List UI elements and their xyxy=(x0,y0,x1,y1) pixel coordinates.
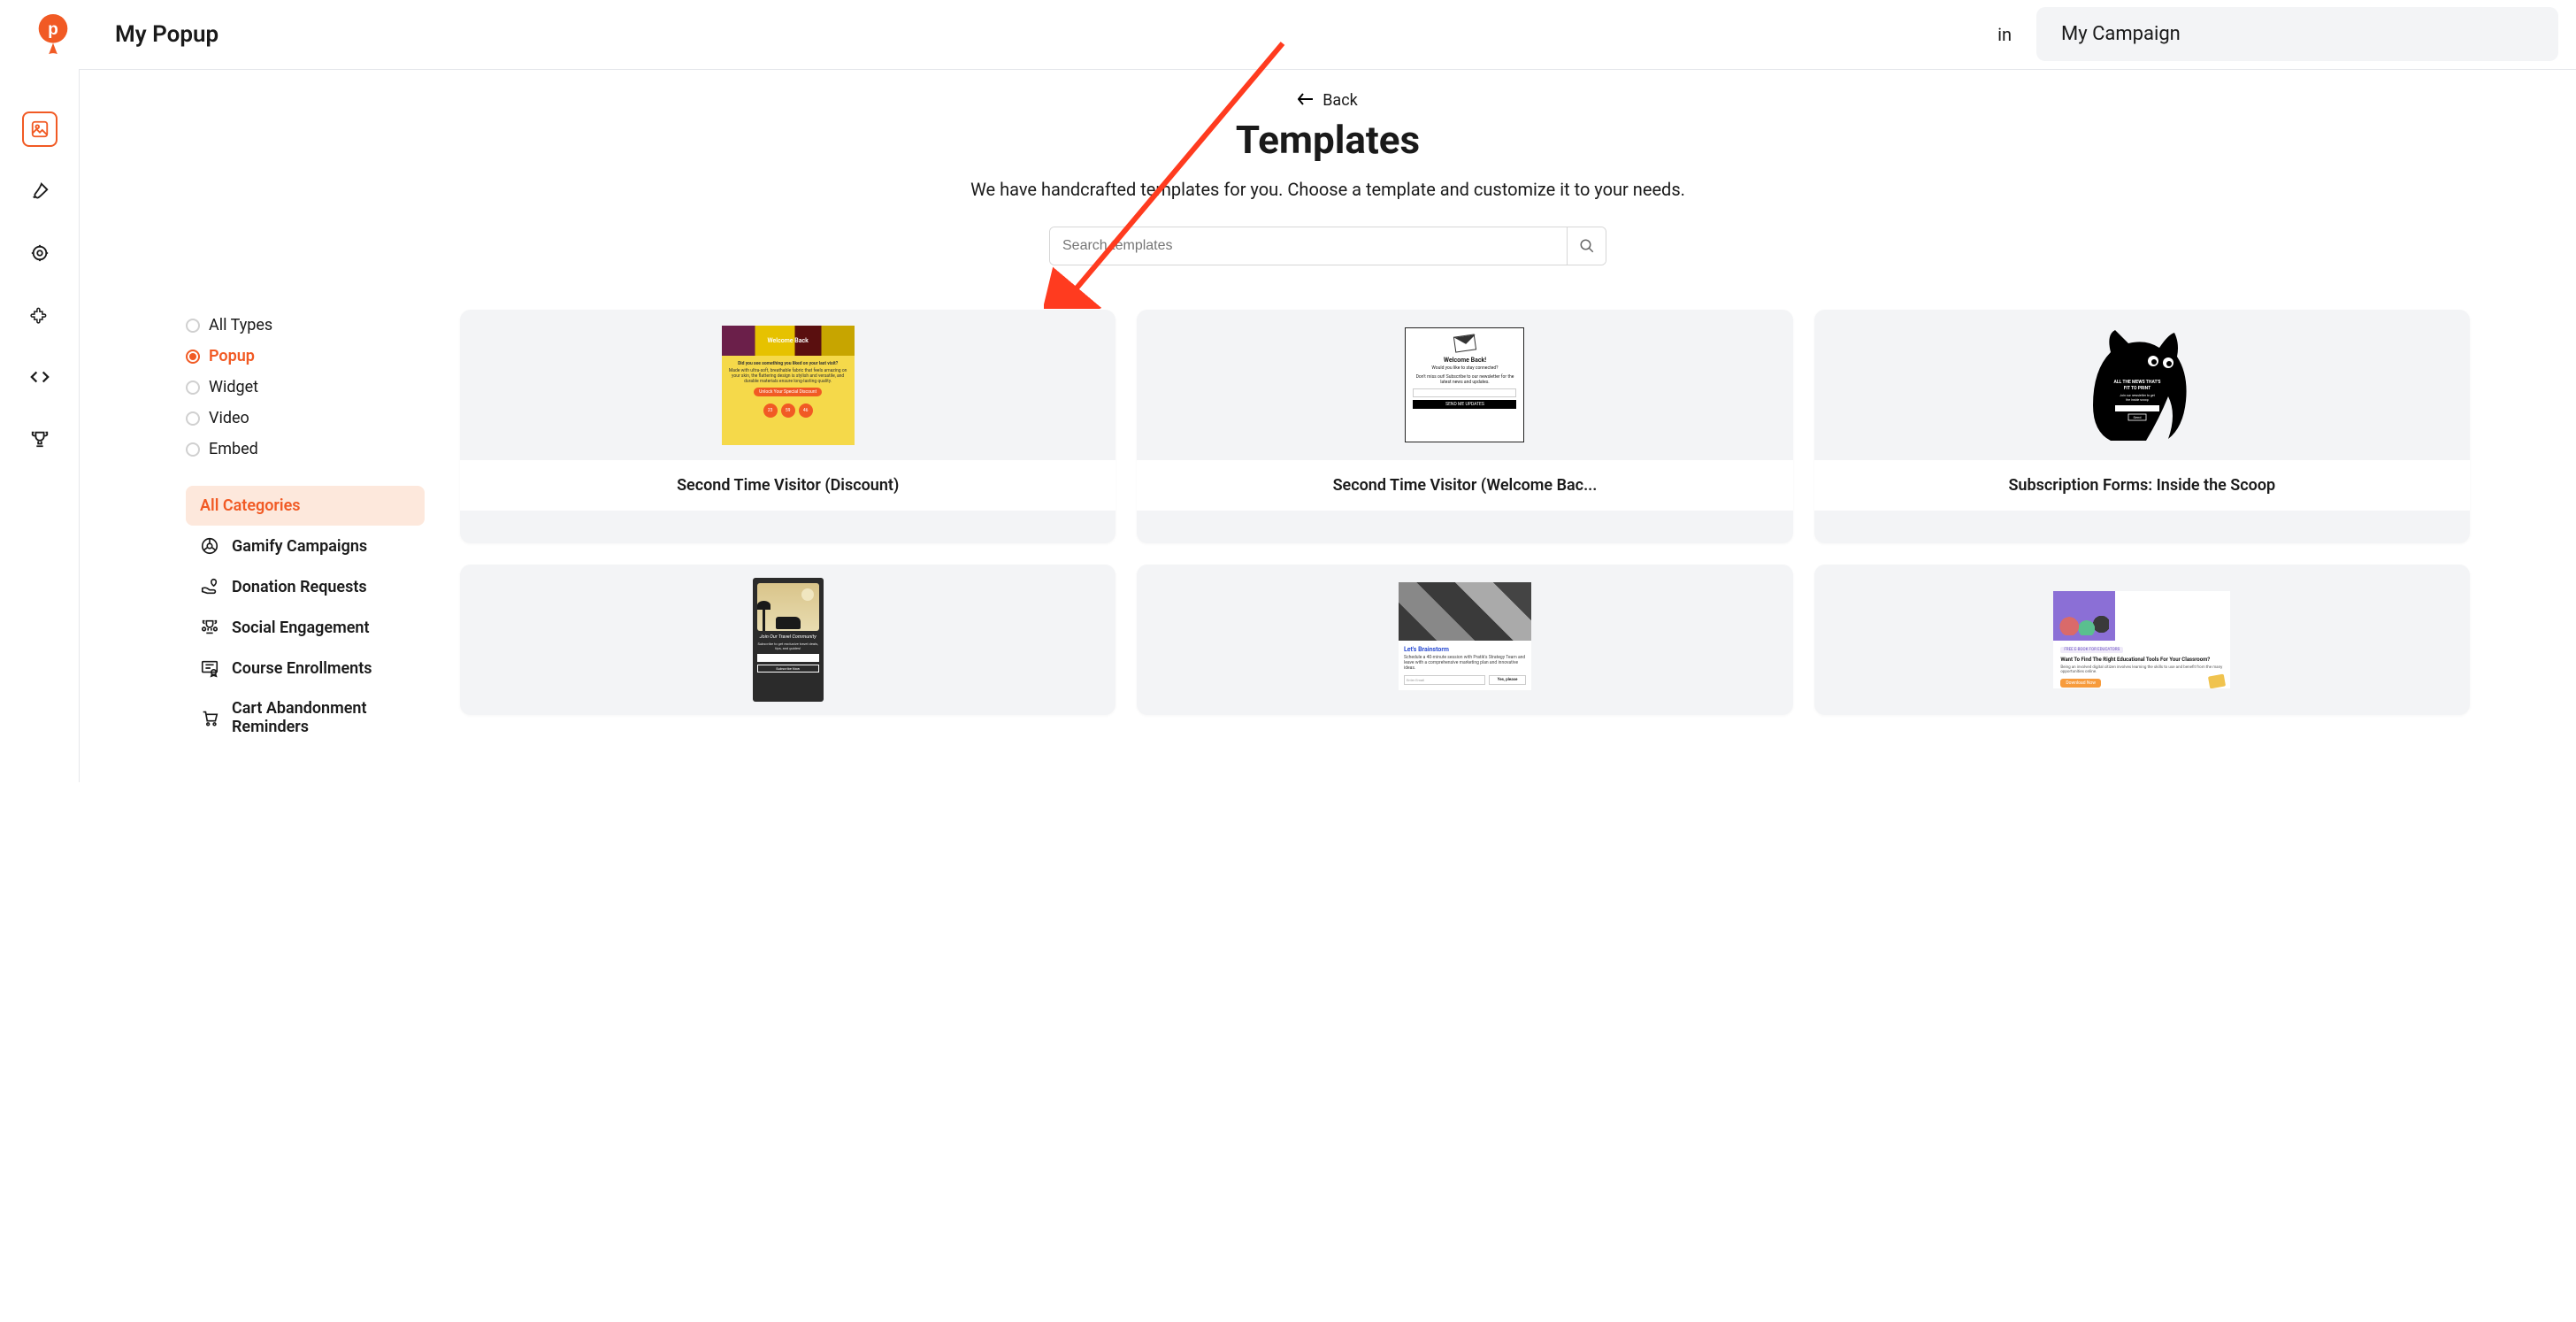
template-title: Second Time Visitor (Discount) xyxy=(460,460,1116,511)
category-filter-list: All Categories Gamify Campaigns Donation… xyxy=(186,486,425,747)
main-content: Back Templates We have handcrafted templ… xyxy=(80,69,2576,782)
template-preview: Join Our Travel Community Subscribe to g… xyxy=(460,565,1116,715)
target-icon xyxy=(30,243,50,263)
cat-social[interactable]: Social Engagement xyxy=(186,607,425,648)
nav-code[interactable] xyxy=(22,359,58,395)
template-card[interactable]: Let's Brainstorm Schedule a 40-minute se… xyxy=(1137,565,1792,715)
search-icon xyxy=(1579,238,1595,254)
code-icon xyxy=(30,367,50,387)
filters-panel: All Types Popup Widget Video Embed All C… xyxy=(186,310,425,747)
template-card[interactable]: FREE E-BOOK FOR EDUCATORS Want To Find T… xyxy=(1814,565,2470,715)
svg-text:FIT TO PRINT: FIT TO PRINT xyxy=(2124,386,2150,391)
radio-icon xyxy=(186,442,200,457)
type-popup[interactable]: Popup xyxy=(186,341,425,372)
page-title: Templates xyxy=(115,117,2541,163)
nav-design[interactable] xyxy=(22,173,58,209)
nav-targeting[interactable] xyxy=(22,235,58,271)
type-filter-list: All Types Popup Widget Video Embed xyxy=(186,310,425,465)
template-card[interactable]: ALL THE MEWS THAT'S FIT TO PRINT Join ou… xyxy=(1814,310,2470,543)
template-preview: Let's Brainstorm Schedule a 40-minute se… xyxy=(1137,565,1792,715)
search-box xyxy=(1049,227,1606,265)
template-title: Second Time Visitor (Welcome Bac... xyxy=(1137,460,1792,511)
cat-donation[interactable]: Donation Requests xyxy=(186,566,425,607)
svg-text:the inside scoop: the inside scoop xyxy=(2127,398,2150,402)
search-button[interactable] xyxy=(1567,227,1606,265)
search-input[interactable] xyxy=(1050,227,1567,265)
image-icon xyxy=(30,119,50,139)
popup-title[interactable]: My Popup xyxy=(115,21,218,48)
top-bar: p My Popup in My Campaign xyxy=(0,0,2576,69)
trophy-group-icon xyxy=(200,618,219,637)
back-label: Back xyxy=(1322,91,1358,110)
template-card[interactable]: Join Our Travel Community Subscribe to g… xyxy=(460,565,1116,715)
type-embed[interactable]: Embed xyxy=(186,434,425,465)
template-card[interactable]: Welcome Back Did you see something you l… xyxy=(460,310,1116,543)
trophy-icon xyxy=(30,429,50,449)
annotation-arrow xyxy=(1044,35,1292,309)
campaign-selector[interactable]: My Campaign xyxy=(2036,7,2558,61)
template-grid: Welcome Back Did you see something you l… xyxy=(460,310,2470,747)
brush-icon xyxy=(30,181,50,201)
radio-icon xyxy=(186,319,200,333)
template-preview: Welcome Back! Would you like to stay con… xyxy=(1137,310,1792,460)
cat-all[interactable]: All Categories xyxy=(186,486,425,526)
svg-text:Send: Send xyxy=(2134,415,2142,419)
steering-wheel-icon xyxy=(200,536,219,556)
radio-icon xyxy=(186,350,200,364)
in-label: in xyxy=(1997,24,2012,45)
left-nav xyxy=(0,69,80,782)
app-logo: p xyxy=(34,10,73,59)
type-all[interactable]: All Types xyxy=(186,310,425,341)
back-button[interactable]: Back xyxy=(1298,91,1358,110)
svg-text:ALL THE MEWS THAT'S: ALL THE MEWS THAT'S xyxy=(2114,380,2161,385)
cart-icon xyxy=(200,708,219,727)
certificate-icon xyxy=(200,658,219,678)
radio-icon xyxy=(186,411,200,426)
cat-silhouette-icon: ALL THE MEWS THAT'S FIT TO PRINT Join ou… xyxy=(2084,326,2190,445)
type-video[interactable]: Video xyxy=(186,403,425,434)
nav-goals[interactable] xyxy=(22,421,58,457)
template-preview: Welcome Back Did you see something you l… xyxy=(460,310,1116,460)
template-preview: FREE E-BOOK FOR EDUCATORS Want To Find T… xyxy=(1814,565,2470,715)
cat-course[interactable]: Course Enrollments xyxy=(186,648,425,688)
nav-templates[interactable] xyxy=(22,111,58,147)
template-title: Subscription Forms: Inside the Scoop xyxy=(1814,460,2470,511)
template-preview: ALL THE MEWS THAT'S FIT TO PRINT Join ou… xyxy=(1814,310,2470,460)
cat-cart[interactable]: Cart Abandonment Reminders xyxy=(186,688,425,747)
svg-text:p: p xyxy=(48,20,58,39)
svg-text:Join our newsletter to get: Join our newsletter to get xyxy=(2120,394,2155,397)
hand-heart-icon xyxy=(200,577,219,596)
puzzle-icon xyxy=(30,305,50,325)
nav-integrations[interactable] xyxy=(22,297,58,333)
radio-icon xyxy=(186,380,200,395)
type-widget[interactable]: Widget xyxy=(186,372,425,403)
cat-gamify[interactable]: Gamify Campaigns xyxy=(186,526,425,566)
page-subtitle: We have handcrafted templates for you. C… xyxy=(930,179,1726,200)
arrow-left-icon xyxy=(1298,91,1314,110)
template-card[interactable]: Welcome Back! Would you like to stay con… xyxy=(1137,310,1792,543)
